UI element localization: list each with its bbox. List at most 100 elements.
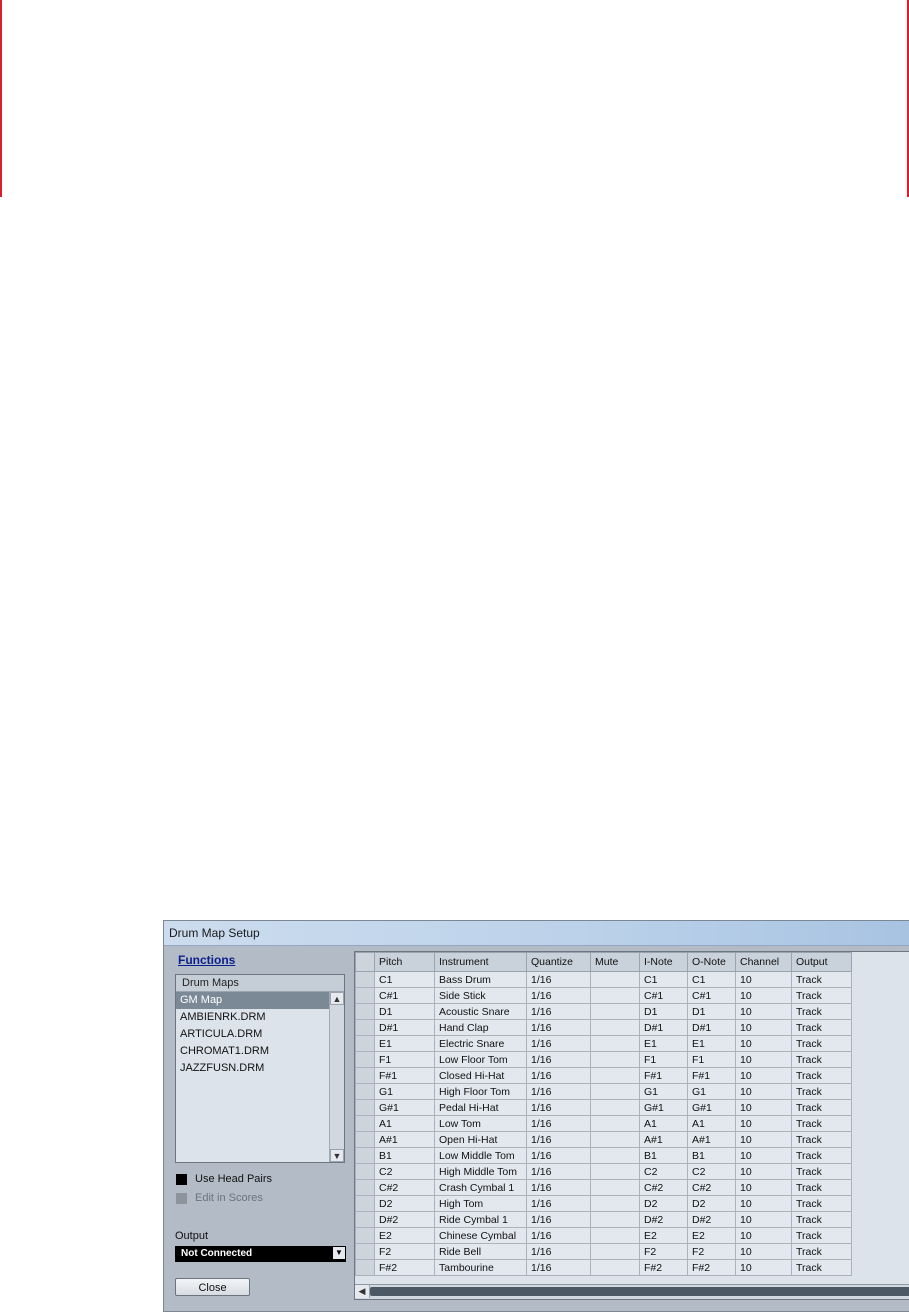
table-cell[interactable] bbox=[590, 1131, 640, 1148]
table-cell[interactable]: Ride Cymbal 1 bbox=[434, 1211, 527, 1228]
table-cell[interactable]: Electric Snare bbox=[434, 1035, 527, 1052]
table-cell[interactable]: 1/16 bbox=[526, 1195, 591, 1212]
table-cell[interactable]: 10 bbox=[735, 1099, 792, 1116]
functions-menu[interactable]: Functions bbox=[178, 953, 235, 967]
table-cell[interactable]: 1/16 bbox=[526, 971, 591, 988]
table-cell[interactable] bbox=[590, 1179, 640, 1196]
table-row[interactable]: F1 Low Floor Tom 1/16 F1 F1 10 Track bbox=[355, 1051, 852, 1068]
table-cell[interactable]: F2 bbox=[374, 1243, 435, 1260]
table-cell[interactable]: G#1 bbox=[639, 1099, 688, 1116]
table-cell[interactable]: Closed Hi-Hat bbox=[434, 1067, 527, 1084]
table-cell[interactable]: A1 bbox=[639, 1115, 688, 1132]
table-cell[interactable]: 10 bbox=[735, 1067, 792, 1084]
table-cell[interactable]: Low Tom bbox=[434, 1115, 527, 1132]
table-cell[interactable]: Crash Cymbal 1 bbox=[434, 1179, 527, 1196]
table-cell[interactable]: 1/16 bbox=[526, 1035, 591, 1052]
table-cell[interactable]: A#1 bbox=[374, 1131, 435, 1148]
column-header[interactable]: Output bbox=[791, 952, 852, 972]
table-cell[interactable]: F#1 bbox=[374, 1067, 435, 1084]
table-cell[interactable]: 10 bbox=[735, 1147, 792, 1164]
table-cell[interactable]: Track bbox=[791, 1259, 852, 1276]
table-cell[interactable]: Track bbox=[791, 987, 852, 1004]
scrollbar-thumb[interactable] bbox=[370, 1287, 909, 1296]
row-header[interactable] bbox=[355, 1163, 375, 1180]
table-cell[interactable]: High Tom bbox=[434, 1195, 527, 1212]
table-cell[interactable] bbox=[590, 987, 640, 1004]
table-cell[interactable]: 1/16 bbox=[526, 1067, 591, 1084]
use-head-pairs-checkbox[interactable] bbox=[176, 1174, 187, 1185]
table-cell[interactable] bbox=[590, 1051, 640, 1068]
row-header[interactable] bbox=[355, 1243, 375, 1260]
row-header[interactable] bbox=[355, 1083, 375, 1100]
scroll-left-icon[interactable]: ◀ bbox=[355, 1285, 370, 1298]
table-row[interactable]: F#1 Closed Hi-Hat 1/16 F#1 F#1 10 Track bbox=[355, 1067, 852, 1084]
table-cell[interactable]: 10 bbox=[735, 1227, 792, 1244]
table-cell[interactable]: F#2 bbox=[639, 1259, 688, 1276]
table-cell[interactable]: C#1 bbox=[374, 987, 435, 1004]
table-cell[interactable] bbox=[590, 1099, 640, 1116]
row-header[interactable] bbox=[355, 1019, 375, 1036]
table-cell[interactable]: 1/16 bbox=[526, 1211, 591, 1228]
table-cell[interactable]: Open Hi-Hat bbox=[434, 1131, 527, 1148]
table-cell[interactable]: Track bbox=[791, 971, 852, 988]
drum-map-item[interactable]: JAZZFUSN.DRM bbox=[176, 1060, 329, 1077]
table-row[interactable]: A#1 Open Hi-Hat 1/16 A#1 A#1 10 Track bbox=[355, 1131, 852, 1148]
column-header[interactable]: O-Note bbox=[687, 952, 736, 972]
table-cell[interactable]: F2 bbox=[687, 1243, 736, 1260]
drum-maps-scrollbar[interactable]: ▲ ▼ bbox=[329, 992, 344, 1162]
column-header[interactable]: I-Note bbox=[639, 952, 688, 972]
table-cell[interactable]: 10 bbox=[735, 1259, 792, 1276]
table-cell[interactable]: C2 bbox=[374, 1163, 435, 1180]
table-cell[interactable]: 1/16 bbox=[526, 1227, 591, 1244]
table-cell[interactable]: Track bbox=[791, 1131, 852, 1148]
table-cell[interactable]: Track bbox=[791, 1019, 852, 1036]
table-cell[interactable]: C#1 bbox=[639, 987, 688, 1004]
table-cell[interactable]: D#1 bbox=[639, 1019, 688, 1036]
table-cell[interactable] bbox=[590, 1115, 640, 1132]
scroll-down-icon[interactable]: ▼ bbox=[330, 1149, 344, 1162]
drum-map-item[interactable]: AMBIENRK.DRM bbox=[176, 1009, 329, 1026]
table-cell[interactable]: 10 bbox=[735, 987, 792, 1004]
table-cell[interactable]: E2 bbox=[639, 1227, 688, 1244]
table-cell[interactable]: Track bbox=[791, 1195, 852, 1212]
row-header[interactable] bbox=[355, 1051, 375, 1068]
table-row[interactable]: E1 Electric Snare 1/16 E1 E1 10 Track bbox=[355, 1035, 852, 1052]
table-cell[interactable]: 1/16 bbox=[526, 1259, 591, 1276]
drum-map-item[interactable]: ARTICULA.DRM bbox=[176, 1026, 329, 1043]
table-cell[interactable]: 10 bbox=[735, 1243, 792, 1260]
title-bar[interactable]: Drum Map Setup bbox=[164, 921, 909, 946]
table-cell[interactable]: 1/16 bbox=[526, 1051, 591, 1068]
table-cell[interactable]: Track bbox=[791, 1003, 852, 1020]
table-cell[interactable]: 10 bbox=[735, 1019, 792, 1036]
table-cell[interactable]: F1 bbox=[687, 1051, 736, 1068]
table-cell[interactable]: 1/16 bbox=[526, 1099, 591, 1116]
table-cell[interactable]: F#1 bbox=[639, 1067, 688, 1084]
table-cell[interactable]: C1 bbox=[374, 971, 435, 988]
table-cell[interactable]: F1 bbox=[639, 1051, 688, 1068]
table-cell[interactable]: B1 bbox=[374, 1147, 435, 1164]
table-cell[interactable]: Tambourine bbox=[434, 1259, 527, 1276]
table-cell[interactable]: E1 bbox=[687, 1035, 736, 1052]
table-cell[interactable]: F#2 bbox=[374, 1259, 435, 1276]
table-cell[interactable]: 1/16 bbox=[526, 1243, 591, 1260]
table-cell[interactable]: Bass Drum bbox=[434, 971, 527, 988]
scroll-up-icon[interactable]: ▲ bbox=[330, 992, 344, 1005]
table-cell[interactable]: Track bbox=[791, 1099, 852, 1116]
table-cell[interactable]: Track bbox=[791, 1083, 852, 1100]
column-header[interactable]: Quantize bbox=[526, 952, 591, 972]
table-cell[interactable]: 10 bbox=[735, 1051, 792, 1068]
table-cell[interactable] bbox=[590, 1147, 640, 1164]
table-cell[interactable]: 1/16 bbox=[526, 1147, 591, 1164]
table-cell[interactable]: D2 bbox=[639, 1195, 688, 1212]
table-cell[interactable]: D#2 bbox=[687, 1211, 736, 1228]
table-cell[interactable]: Low Middle Tom bbox=[434, 1147, 527, 1164]
row-header[interactable] bbox=[355, 1227, 375, 1244]
table-cell[interactable] bbox=[590, 1227, 640, 1244]
table-row[interactable]: A1 Low Tom 1/16 A1 A1 10 Track bbox=[355, 1115, 852, 1132]
table-cell[interactable] bbox=[590, 1035, 640, 1052]
table-row[interactable]: C2 High Middle Tom 1/16 C2 C2 10 Track bbox=[355, 1163, 852, 1180]
table-cell[interactable]: F1 bbox=[374, 1051, 435, 1068]
table-cell[interactable]: A#1 bbox=[687, 1131, 736, 1148]
table-cell[interactable]: G#1 bbox=[687, 1099, 736, 1116]
table-cell[interactable]: 10 bbox=[735, 1003, 792, 1020]
